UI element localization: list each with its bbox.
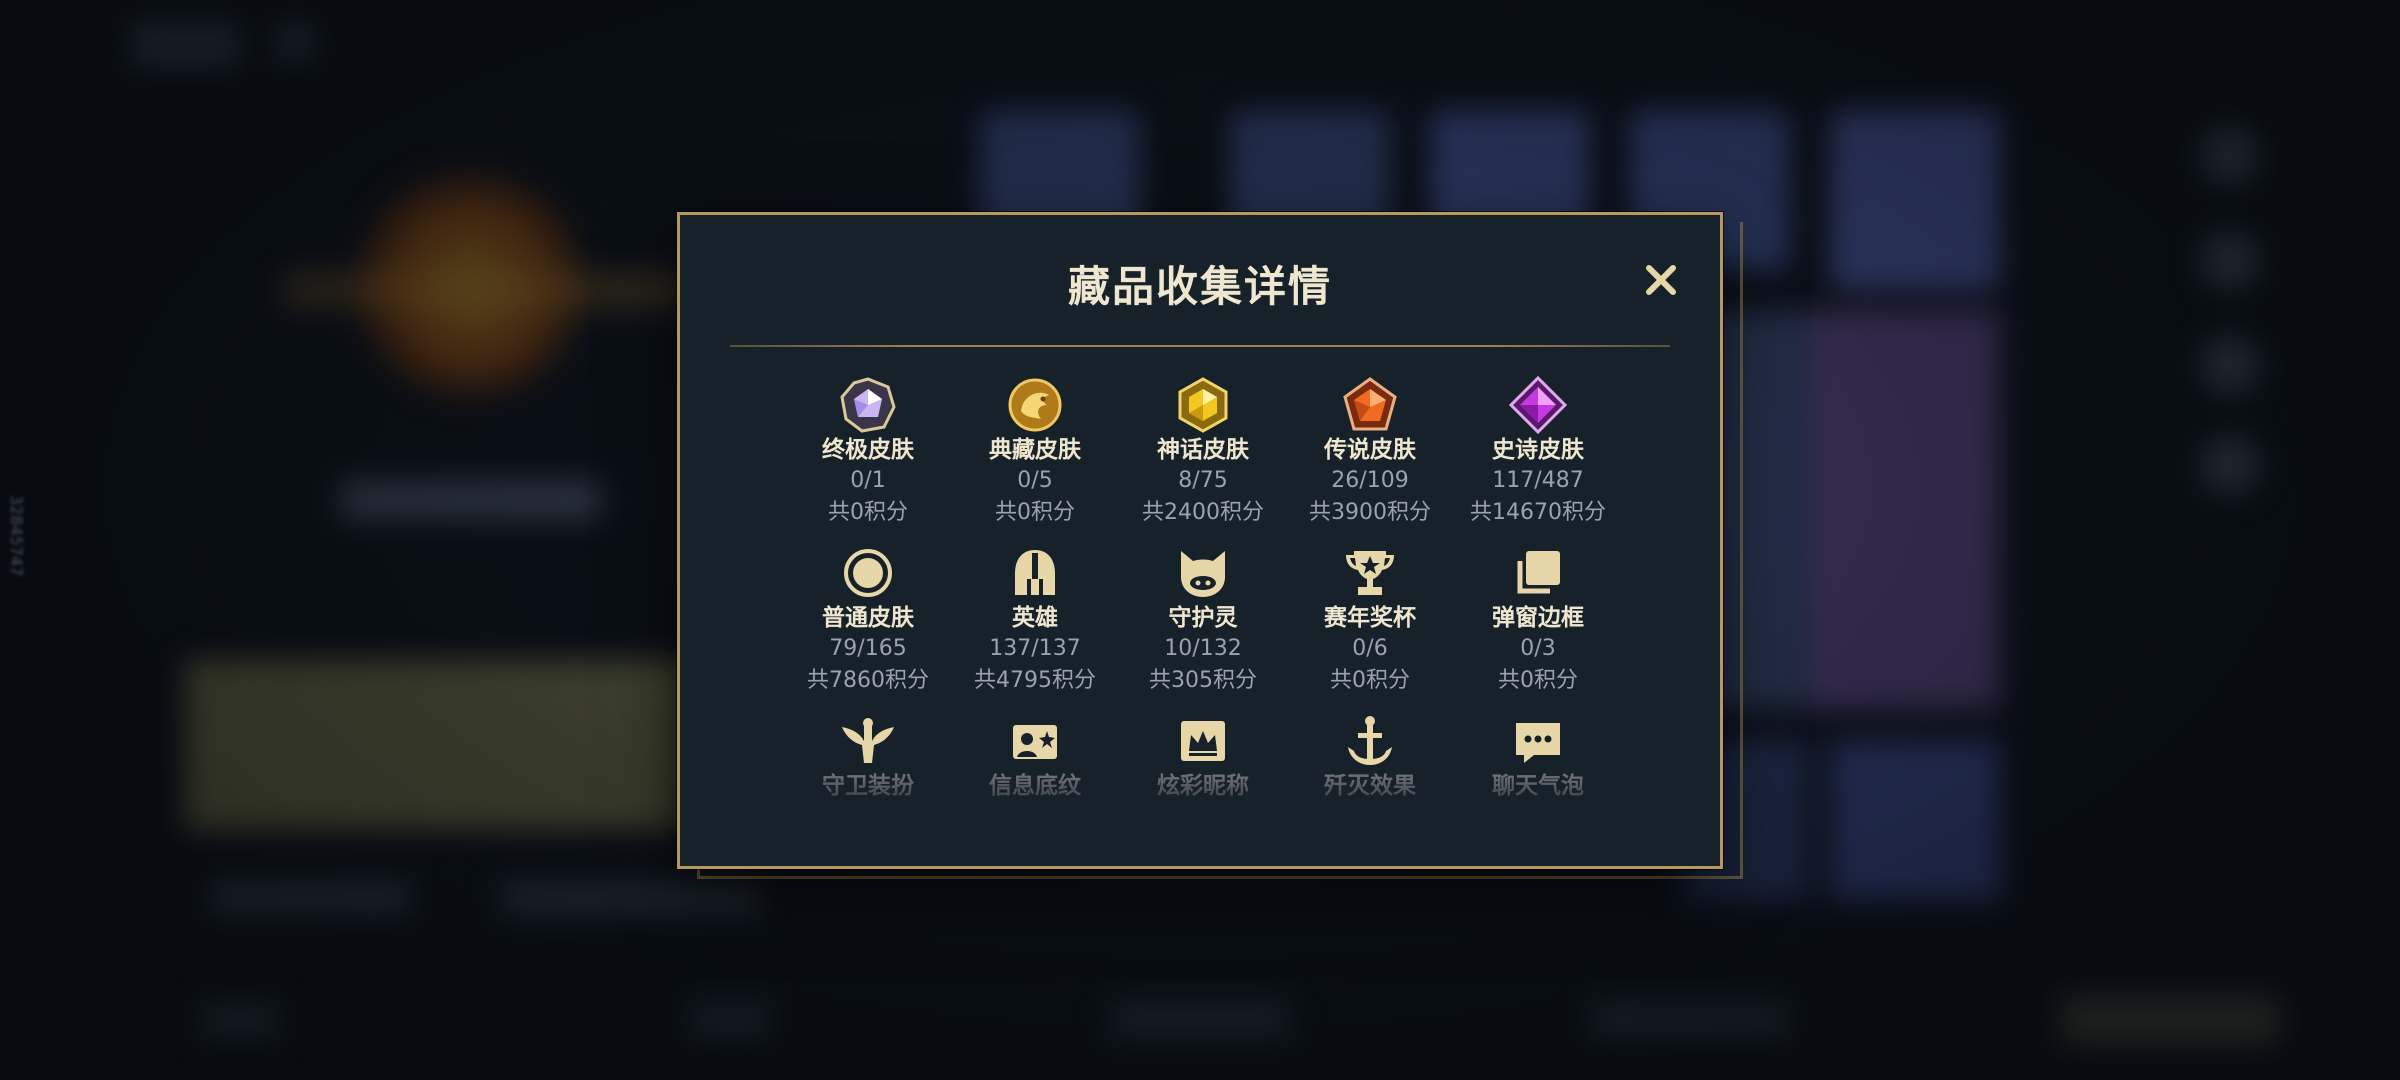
item-label: 炫彩昵称 — [1157, 773, 1249, 799]
collection-item-guard-outfit[interactable]: 守卫装扮 — [788, 711, 948, 801]
popup-frame-icon — [1517, 551, 1560, 594]
common-skin-ring-icon — [844, 549, 892, 597]
mythic-skin-gem-icon — [1178, 377, 1228, 433]
collection-item-epic-skin[interactable]: 史诗皮肤 117/487 共14670积分 — [1458, 375, 1618, 529]
season-trophy-icon — [1346, 551, 1394, 595]
item-count: 26/109 — [1331, 468, 1409, 493]
legendary-skin-gem-icon — [1343, 377, 1397, 431]
close-icon — [1646, 265, 1676, 295]
collection-item-flashy-nickname[interactable]: 炫彩昵称 — [1123, 711, 1283, 801]
item-label: 守护灵 — [1168, 605, 1238, 631]
item-points: 共0积分 — [1330, 668, 1410, 693]
item-count: 117/487 — [1492, 468, 1584, 493]
epic-skin-gem-icon — [1508, 375, 1568, 435]
item-label: 史诗皮肤 — [1492, 437, 1584, 463]
item-label: 赛年奖杯 — [1324, 605, 1416, 631]
player-id-text: 32845747 — [7, 495, 26, 577]
item-count: 0/3 — [1520, 636, 1556, 661]
close-button[interactable] — [1638, 257, 1684, 303]
item-points: 共0积分 — [995, 500, 1075, 525]
ultimate-skin-gem-icon — [840, 377, 896, 433]
collection-item-mythic-skin[interactable]: 神话皮肤 8/75 共2400积分 — [1123, 375, 1283, 529]
item-label: 守卫装扮 — [822, 773, 914, 799]
item-label: 典藏皮肤 — [989, 437, 1081, 463]
item-points: 共2400积分 — [1142, 500, 1264, 525]
item-count: 8/75 — [1178, 468, 1228, 493]
guard-outfit-icon — [842, 718, 894, 763]
collection-item-treasured-skin[interactable]: 典藏皮肤 0/5 共0积分 — [955, 375, 1115, 529]
item-count: 0/5 — [1017, 468, 1053, 493]
guardian-spirit-icon — [1181, 551, 1225, 597]
flashy-nickname-icon — [1181, 721, 1225, 761]
item-count: 79/165 — [829, 636, 907, 661]
item-count: 10/132 — [1164, 636, 1242, 661]
info-card-icon — [1013, 725, 1057, 759]
item-points: 共305积分 — [1149, 668, 1257, 693]
item-label: 普通皮肤 — [822, 605, 914, 631]
title-divider — [730, 345, 1670, 347]
treasured-skin-dragon-icon — [1008, 378, 1062, 432]
collection-item-info-card[interactable]: 信息底纹 — [955, 711, 1115, 801]
item-label: 终极皮肤 — [822, 437, 914, 463]
item-label: 英雄 — [1012, 605, 1058, 631]
collection-item-elimination-effect[interactable]: 歼灭效果 — [1290, 711, 1450, 801]
item-points: 共4795积分 — [974, 668, 1096, 693]
item-count: 137/137 — [989, 636, 1081, 661]
collection-item-legendary-skin[interactable]: 传说皮肤 26/109 共3900积分 — [1290, 375, 1450, 529]
item-label: 弹窗边框 — [1492, 605, 1584, 631]
modal-title: 藏品收集详情 — [1067, 262, 1332, 311]
collection-details-modal: 藏品收集详情 终极皮肤 0/1 共0积分 典藏皮肤 0/5 共0积分 神话皮肤 … — [677, 212, 1723, 869]
item-label: 神话皮肤 — [1157, 437, 1249, 463]
item-points: 共7860积分 — [807, 668, 929, 693]
item-count: 0/6 — [1352, 636, 1388, 661]
collection-item-season-trophy[interactable]: 赛年奖杯 0/6 共0积分 — [1290, 543, 1450, 697]
elimination-effect-icon — [1348, 716, 1392, 765]
item-label: 歼灭效果 — [1324, 773, 1416, 799]
item-points: 共0积分 — [1498, 668, 1578, 693]
collection-item-guardian-spirit[interactable]: 守护灵 10/132 共305积分 — [1123, 543, 1283, 697]
item-points: 共14670积分 — [1470, 500, 1606, 525]
collection-item-chat-bubble[interactable]: 聊天气泡 — [1458, 711, 1618, 801]
collection-item-popup-frame[interactable]: 弹窗边框 0/3 共0积分 — [1458, 543, 1618, 697]
hero-helmet-icon — [1015, 550, 1055, 595]
item-label: 聊天气泡 — [1492, 773, 1584, 799]
item-count: 0/1 — [850, 468, 886, 493]
collection-item-hero[interactable]: 英雄 137/137 共4795积分 — [955, 543, 1115, 697]
collection-item-common-skin[interactable]: 普通皮肤 79/165 共7860积分 — [788, 543, 948, 697]
chat-bubble-icon — [1516, 723, 1560, 763]
item-label: 信息底纹 — [989, 773, 1081, 799]
collection-item-ultimate-skin[interactable]: 终极皮肤 0/1 共0积分 — [788, 375, 948, 529]
item-label: 传说皮肤 — [1324, 437, 1416, 463]
item-points: 共0积分 — [828, 500, 908, 525]
item-points: 共3900积分 — [1309, 500, 1431, 525]
